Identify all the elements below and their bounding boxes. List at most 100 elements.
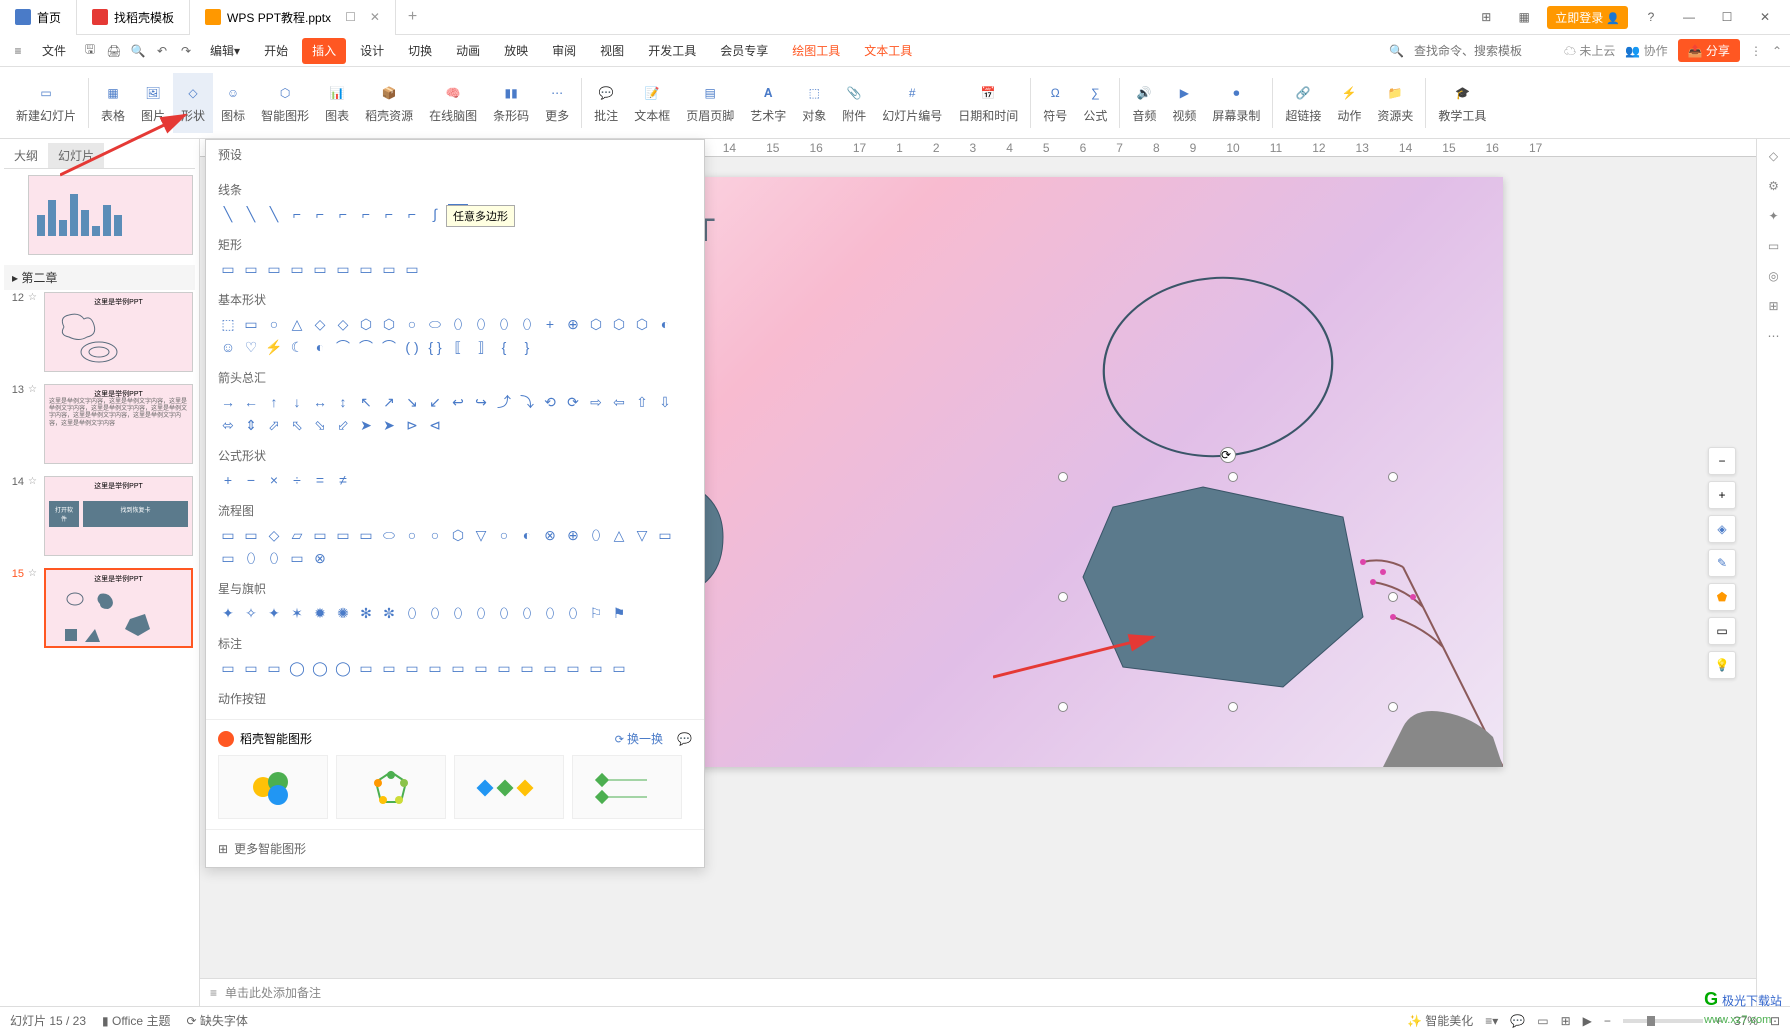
shape-option[interactable]: ▭: [379, 259, 399, 279]
shape-option[interactable]: ⊗: [310, 548, 330, 568]
shape-option[interactable]: ▭: [218, 525, 238, 545]
shape-option[interactable]: ×: [264, 470, 284, 490]
shape-option[interactable]: ▭: [218, 259, 238, 279]
tab-drawtool[interactable]: 绘图工具: [782, 38, 850, 64]
shape-option[interactable]: ≠: [333, 470, 353, 490]
shape-option[interactable]: ▭: [264, 658, 284, 678]
shape-option[interactable]: ∫: [425, 204, 445, 224]
shape-option[interactable]: ÷: [287, 470, 307, 490]
shape-option[interactable]: △: [287, 314, 307, 334]
shape-option[interactable]: ⊲: [425, 415, 445, 435]
shape-option[interactable]: ╲: [241, 204, 261, 224]
ft-layers[interactable]: ◈: [1708, 515, 1736, 543]
coop-button[interactable]: 👥 协作: [1625, 42, 1667, 59]
shape-option[interactable]: {: [494, 337, 514, 357]
search-input[interactable]: [1414, 44, 1554, 58]
shape-option[interactable]: ⬯: [402, 603, 422, 623]
shape-option[interactable]: ⬡: [632, 314, 652, 334]
shape-option[interactable]: ↩: [448, 392, 468, 412]
handle-nw[interactable]: [1058, 472, 1068, 482]
ft-fill[interactable]: ⬟: [1708, 583, 1736, 611]
preview-icon[interactable]: 🔍: [128, 41, 148, 61]
tab-transition[interactable]: 切换: [398, 38, 442, 64]
shape-option[interactable]: ⬄: [218, 415, 238, 435]
rb-resource[interactable]: 📦稻壳资源: [357, 73, 421, 133]
rb-more[interactable]: ⋯更多: [537, 73, 577, 133]
rail-template-icon[interactable]: ▭: [1768, 239, 1779, 253]
view-normal-icon[interactable]: ▭: [1537, 1014, 1548, 1028]
shape-option[interactable]: ⬡: [379, 314, 399, 334]
rail-target-icon[interactable]: ◎: [1768, 269, 1778, 283]
shape-option[interactable]: ⬯: [264, 548, 284, 568]
shape-option[interactable]: ▭: [563, 658, 583, 678]
shape-option[interactable]: ⊳: [402, 415, 422, 435]
rb-video[interactable]: ▶视频: [1164, 73, 1204, 133]
tab-home[interactable]: 首页: [0, 0, 77, 35]
shape-option[interactable]: ⤴: [494, 392, 514, 412]
chapter-2[interactable]: ▸ 第二章: [4, 265, 195, 290]
handle-ne[interactable]: [1388, 472, 1398, 482]
shape-option[interactable]: ▭: [310, 525, 330, 545]
shape-option[interactable]: ○: [425, 525, 445, 545]
shape-option[interactable]: ╲: [218, 204, 238, 224]
view-reading-icon[interactable]: ▶: [1583, 1014, 1592, 1028]
shape-option[interactable]: ⬯: [471, 314, 491, 334]
shape-option[interactable]: ⬯: [494, 603, 514, 623]
rb-icons[interactable]: ☺图标: [213, 73, 253, 133]
shape-option[interactable]: ✶: [287, 603, 307, 623]
smart-template-4[interactable]: [572, 755, 682, 819]
shape-option[interactable]: △: [609, 525, 629, 545]
shape-option[interactable]: ⬯: [471, 603, 491, 623]
rail-settings-icon[interactable]: ⚙: [1768, 179, 1779, 193]
rb-object[interactable]: ⬚对象: [794, 73, 834, 133]
view-comments-icon[interactable]: 💬: [1510, 1014, 1525, 1028]
edit-dropdown[interactable]: 编辑 ▾: [200, 38, 250, 64]
cloud-status[interactable]: ☁ 未上云: [1564, 42, 1615, 59]
shape-option[interactable]: ▭: [356, 525, 376, 545]
shape-option[interactable]: ⇧: [632, 392, 652, 412]
shape-option[interactable]: ⟲: [540, 392, 560, 412]
shape-option[interactable]: ▭: [471, 658, 491, 678]
shape-option[interactable]: ✧: [241, 603, 261, 623]
rail-diamond-icon[interactable]: ◇: [1769, 149, 1778, 163]
shape-option[interactable]: ✻: [356, 603, 376, 623]
thumb-13[interactable]: 13☆ 这里是举例PPT这里是举例文字内容，这里是举例文字内容，这里是举例文字内…: [4, 382, 195, 466]
rotate-handle[interactable]: ⟳: [1220, 447, 1236, 463]
ft-zoom-in[interactable]: +: [1708, 481, 1736, 509]
zoom-out-icon[interactable]: −: [1604, 1014, 1611, 1028]
shape-option[interactable]: }: [517, 337, 537, 357]
shape-option[interactable]: ✹: [310, 603, 330, 623]
shape-option[interactable]: ⤵: [517, 392, 537, 412]
help-icon[interactable]: ?: [1636, 10, 1666, 24]
rb-folder[interactable]: 📁资源夹: [1369, 73, 1421, 133]
shape-option[interactable]: ⇩: [655, 392, 675, 412]
shape-option[interactable]: ✦: [218, 603, 238, 623]
rb-teach[interactable]: 🎓教学工具: [1430, 73, 1494, 133]
shape-option[interactable]: ╲: [264, 204, 284, 224]
thumb-11[interactable]: [4, 173, 195, 257]
tab-dev[interactable]: 开发工具: [638, 38, 706, 64]
shape-option[interactable]: ⬡: [609, 314, 629, 334]
shape-option[interactable]: ▭: [287, 548, 307, 568]
menu-icon[interactable]: ≡: [8, 41, 28, 61]
rb-slidenum[interactable]: #幻灯片编号: [874, 73, 950, 133]
shape-option[interactable]: ⇦: [609, 392, 629, 412]
shape-option[interactable]: ⌒: [356, 337, 376, 357]
shape-option[interactable]: ▭: [379, 658, 399, 678]
shape-option[interactable]: ◐: [655, 314, 675, 334]
tab-review[interactable]: 审阅: [542, 38, 586, 64]
shape-option[interactable]: ⬯: [540, 603, 560, 623]
shape-option[interactable]: ←: [241, 392, 261, 412]
view-notes-icon[interactable]: ≡▾: [1485, 1014, 1498, 1028]
shape-option[interactable]: ○: [494, 525, 514, 545]
close-window-icon[interactable]: ✕: [1750, 10, 1780, 24]
tab-view[interactable]: 视图: [590, 38, 634, 64]
handle-sw[interactable]: [1058, 702, 1068, 712]
tab-design[interactable]: 设计: [350, 38, 394, 64]
shape-option[interactable]: ⌐: [310, 204, 330, 224]
rb-chart[interactable]: 📊图表: [317, 73, 357, 133]
shape-option[interactable]: ▭: [540, 658, 560, 678]
shape-option[interactable]: ⟧: [471, 337, 491, 357]
shape-option[interactable]: ⚐: [586, 603, 606, 623]
shape-option[interactable]: ⬯: [241, 548, 261, 568]
